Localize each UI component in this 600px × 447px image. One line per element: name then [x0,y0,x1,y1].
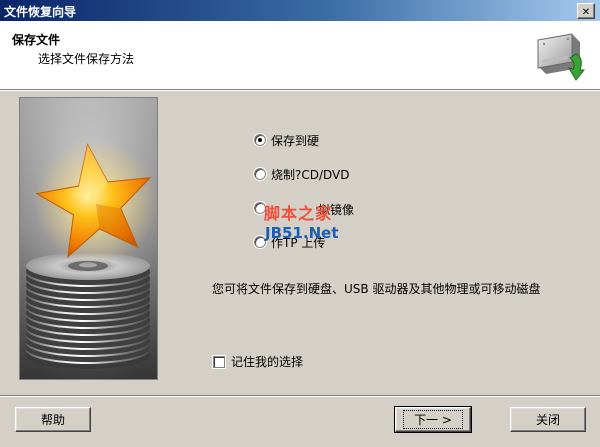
disk-restore-icon [537,33,586,81]
watermark-text: 脚本之家 [264,204,333,223]
page-title: 保存文件 [12,33,61,47]
page-subtitle: 选择文件保存方法 [38,52,135,66]
radio-button[interactable] [254,168,266,180]
radio-button[interactable] [254,134,266,146]
close-button[interactable]: 关闭 [510,407,586,432]
wizard-illustration [19,97,158,380]
close-icon [582,4,590,18]
title-bar[interactable]: 文件恢复向导 [0,0,600,21]
close-window-button[interactable] [577,3,595,19]
footer-separator [0,395,600,397]
option-save-to-disk[interactable]: 保存到硬 [254,132,319,148]
option-label: 保存到硬 [271,133,320,148]
star-on-disk-stack-image [20,98,157,379]
next-button-label: 下一 > [403,410,463,429]
checkbox[interactable] [213,355,225,368]
window-title: 文件恢复向导 [4,5,77,19]
next-button[interactable]: 下一 > [394,406,472,433]
option-label: 烧制?CD/DVD [271,167,350,182]
help-button[interactable]: 帮助 [15,407,91,432]
remember-choice-checkbox[interactable]: 记住我的选择 [213,353,303,370]
close-button-label: 关闭 [535,413,560,427]
wizard-header: 保存文件 选择文件保存方法 [0,21,600,89]
header-separator [0,89,600,91]
checkbox-label: 记住我的选择 [231,355,304,369]
option-burn-cd-dvd[interactable]: 烧制?CD/DVD [254,166,350,182]
option-description: 您可将文件保存到硬盘、USB 驱动器及其他物理或可移动磁盘 [212,282,541,296]
watermark-domain: JB51.Net [265,224,339,242]
help-button-label: 帮助 [40,413,65,427]
